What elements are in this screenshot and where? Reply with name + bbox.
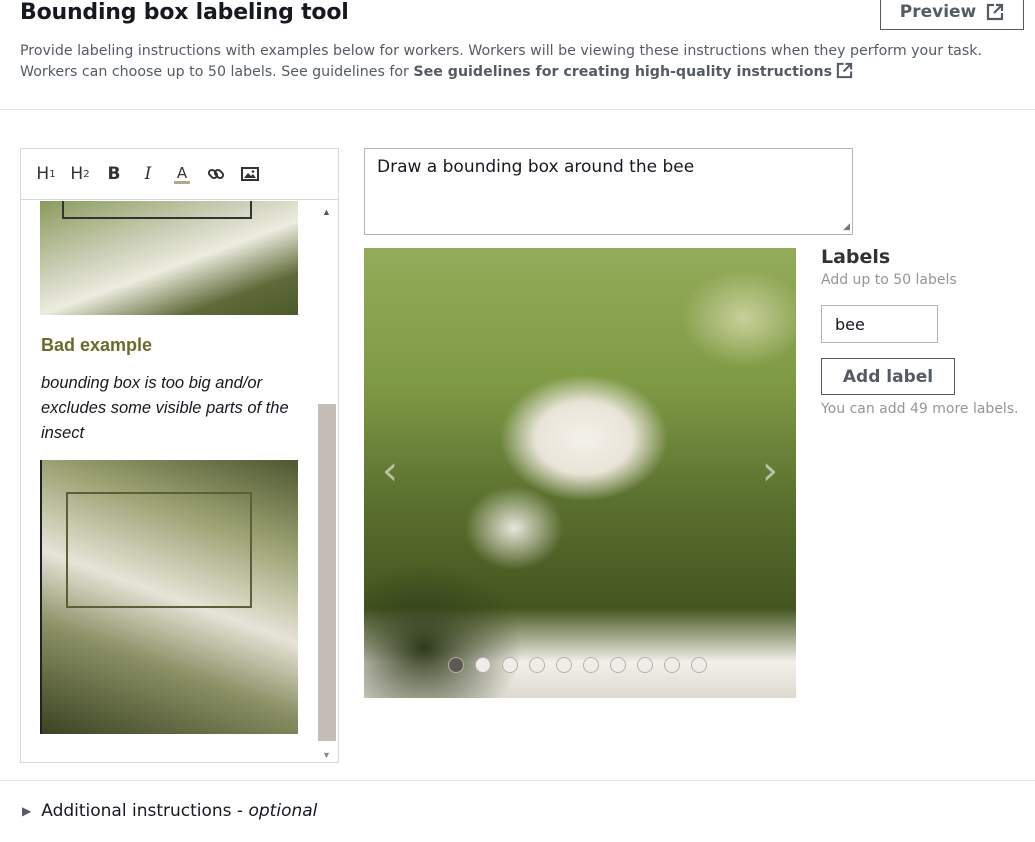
example-bounding-box	[62, 201, 252, 219]
preview-button-label: Preview	[899, 2, 977, 22]
carousel-dots	[448, 657, 707, 673]
section-divider	[0, 780, 1035, 781]
carousel-dot[interactable]	[637, 657, 653, 673]
carousel-dot[interactable]	[529, 657, 545, 673]
example-bounding-box	[66, 492, 252, 608]
labels-heading: Labels	[821, 246, 891, 268]
additional-label-text: Additional instructions -	[41, 801, 249, 821]
carousel-dot[interactable]	[691, 657, 707, 673]
additional-instructions-toggle[interactable]: ▶ Additional instructions - optional	[22, 801, 317, 821]
example-image-carousel: ‹ ›	[364, 248, 796, 698]
editor-content[interactable]: Bad example bounding box is too big and/…	[21, 201, 338, 762]
carousel-dot[interactable]	[583, 657, 599, 673]
bad-example-heading: Bad example	[41, 335, 153, 355]
label-input[interactable]	[821, 305, 938, 343]
scrollbar-thumb[interactable]	[318, 404, 336, 741]
carousel-dot[interactable]	[475, 657, 491, 673]
page-title: Bounding box labeling tool	[20, 0, 349, 25]
add-label-button[interactable]: Add label	[821, 358, 955, 395]
additional-instructions-label: Additional instructions - optional	[41, 801, 317, 821]
labels-remaining-note: You can add 49 more labels.	[821, 401, 1019, 417]
guidelines-link[interactable]: See guidelines for creating high-quality…	[413, 62, 853, 80]
caret-right-icon: ▶	[22, 804, 32, 818]
scroll-down-arrow-icon[interactable]: ▼	[322, 750, 331, 760]
font-color-icon: A	[176, 163, 188, 182]
heading1-label: H	[36, 164, 50, 184]
heading1-button[interactable]: H1	[35, 162, 57, 186]
image-icon	[241, 167, 259, 181]
font-color-underline	[174, 180, 190, 184]
carousel-dot[interactable]	[448, 657, 464, 673]
carousel-next-icon[interactable]: ›	[762, 448, 778, 494]
editor-scrollbar[interactable]: ▲ ▼	[317, 201, 337, 762]
optional-label: optional	[248, 801, 318, 821]
short-instruction-textarea[interactable]: Draw a bounding box around the bee ◢	[364, 148, 853, 235]
external-link-icon	[987, 3, 1004, 21]
bad-example-image	[40, 460, 298, 734]
external-link-icon	[836, 62, 853, 79]
resize-handle-icon[interactable]: ◢	[843, 222, 850, 232]
scroll-up-arrow-icon[interactable]: ▲	[322, 207, 331, 217]
bold-button[interactable]: B	[103, 162, 125, 186]
heading2-button[interactable]: H2	[69, 162, 91, 186]
carousel-dot[interactable]	[556, 657, 572, 673]
guidelines-link-label: See guidelines for creating high-quality…	[413, 64, 833, 80]
carousel-dot[interactable]	[502, 657, 518, 673]
labels-subtitle: Add up to 50 labels	[821, 272, 957, 288]
italic-button[interactable]: I	[137, 162, 159, 186]
preview-button[interactable]: Preview	[880, 0, 1024, 30]
instruction-text: Draw a bounding box around the bee	[377, 157, 695, 177]
heading2-label: H	[70, 164, 84, 184]
link-icon	[207, 168, 225, 180]
carousel-dot[interactable]	[610, 657, 626, 673]
heading2-sub: 2	[83, 168, 90, 180]
page-header: Bounding box labeling tool Preview Provi…	[0, 0, 1035, 110]
carousel-dot[interactable]	[664, 657, 680, 673]
editor-toolbar: H1 H2 B I A	[21, 149, 338, 200]
page-description: Provide labeling instructions with examp…	[20, 41, 1010, 83]
link-button[interactable]	[205, 162, 227, 186]
font-color-button[interactable]: A	[171, 162, 193, 186]
instructions-editor: H1 H2 B I A Bad example bounding box is …	[20, 148, 339, 763]
carousel-prev-icon[interactable]: ‹	[382, 448, 398, 494]
bad-example-text: bounding box is too big and/or excludes …	[41, 374, 289, 442]
heading1-sub: 1	[49, 168, 56, 180]
image-button[interactable]	[239, 162, 261, 186]
good-example-image	[40, 201, 298, 315]
